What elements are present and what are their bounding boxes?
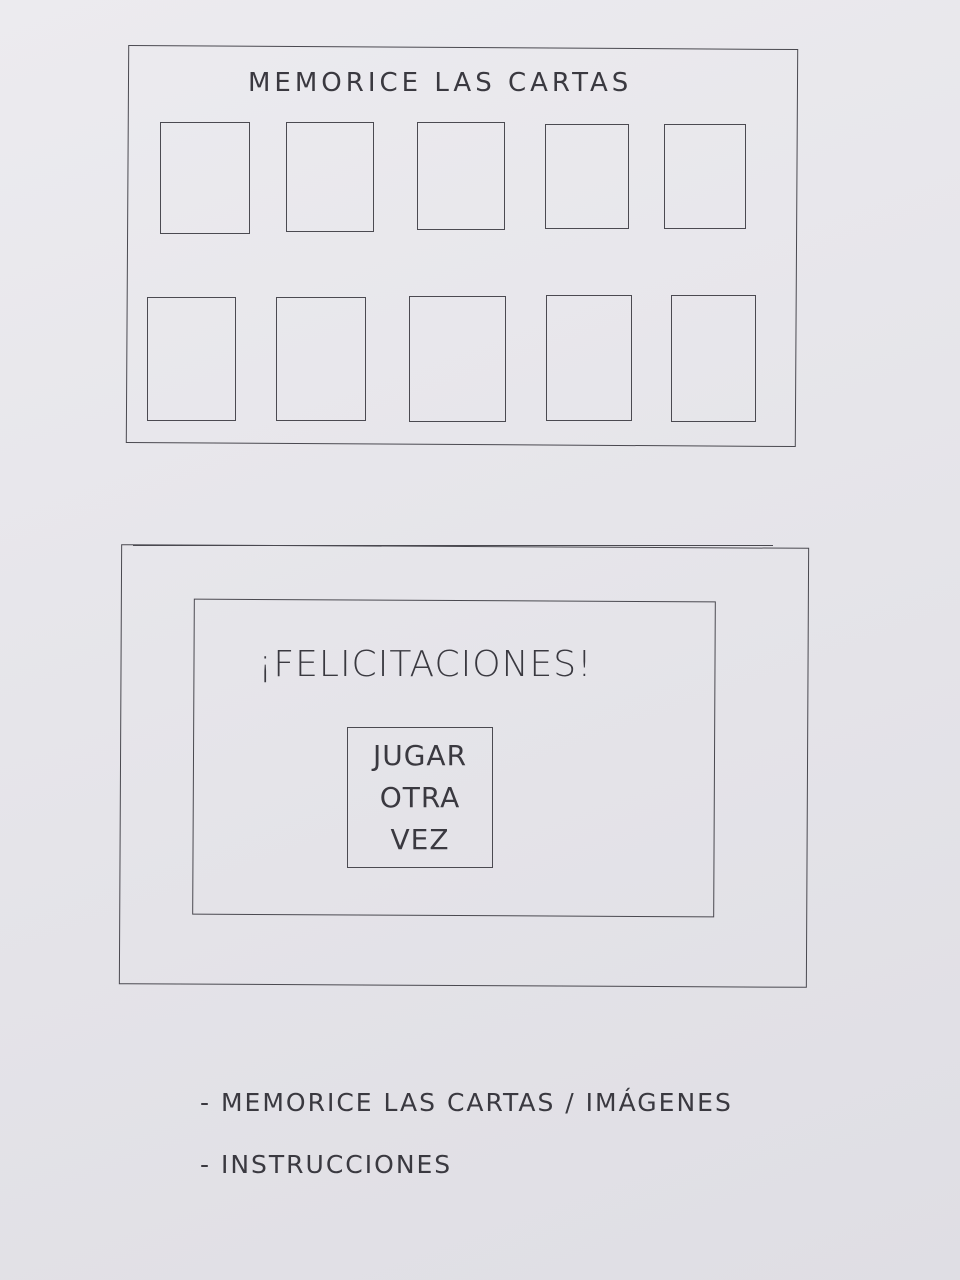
memory-card[interactable] bbox=[409, 296, 506, 422]
memory-card[interactable] bbox=[286, 122, 374, 232]
memory-card[interactable] bbox=[160, 122, 250, 234]
play-again-label-line: OTRA bbox=[379, 780, 461, 814]
play-again-label-line: VEZ bbox=[390, 822, 450, 856]
play-again-label-line: JUGAR bbox=[372, 738, 468, 772]
note-memorize-cards: - MEMORICE LAS CARTAS / IMÁGENES bbox=[200, 1088, 733, 1117]
note-instructions: - INSTRUCCIONES bbox=[200, 1150, 453, 1179]
memory-card[interactable] bbox=[276, 297, 366, 421]
memory-card[interactable] bbox=[546, 295, 632, 421]
memory-card[interactable] bbox=[417, 122, 505, 230]
congrats-message: ¡FELICITACIONES! bbox=[258, 644, 593, 685]
memory-card[interactable] bbox=[664, 124, 746, 229]
memory-card[interactable] bbox=[671, 295, 756, 422]
memory-card[interactable] bbox=[545, 124, 629, 229]
memory-screen-title: MEMORICE LAS CARTAS bbox=[248, 68, 633, 98]
memory-card[interactable] bbox=[147, 297, 236, 421]
play-again-button[interactable]: JUGAR OTRA VEZ bbox=[347, 727, 493, 868]
